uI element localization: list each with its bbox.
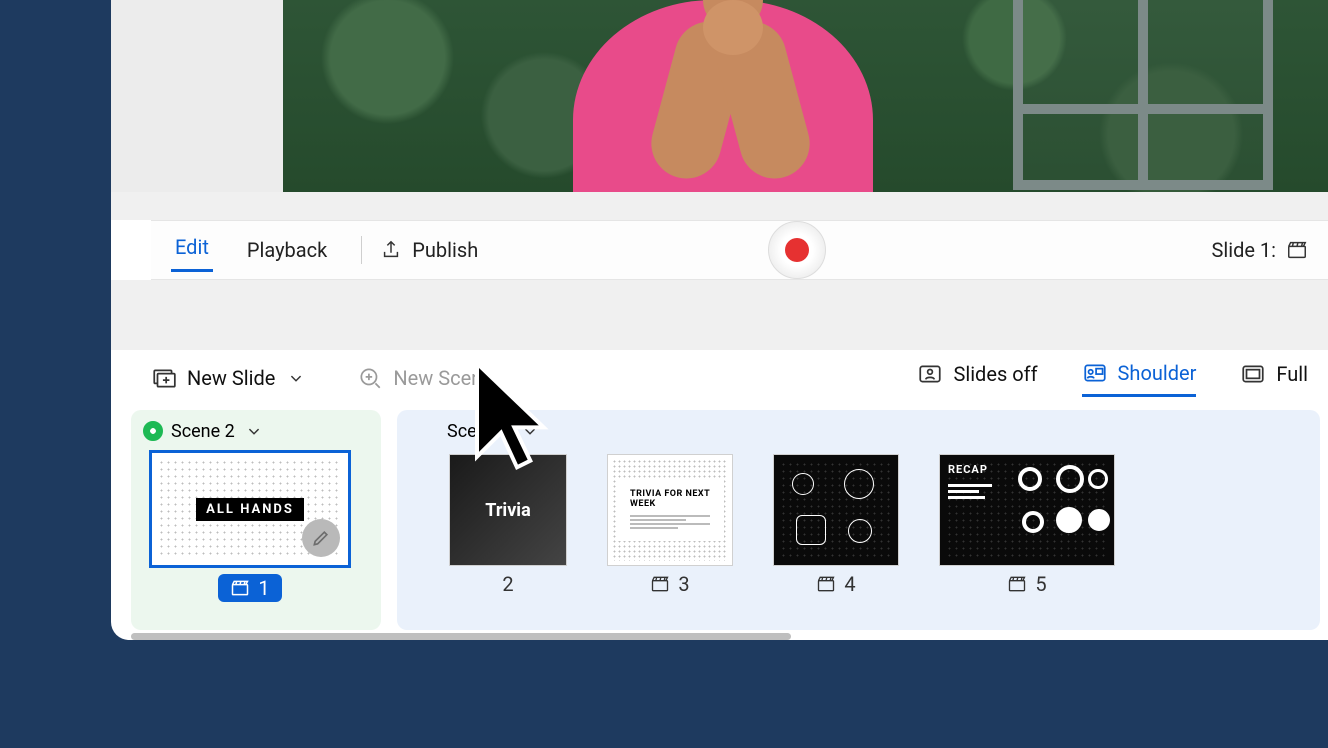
- tab-edit[interactable]: Edit: [171, 229, 213, 272]
- publish-button[interactable]: Publish: [380, 238, 478, 262]
- slide-4-thumb[interactable]: [773, 454, 899, 566]
- slide-3-thumb[interactable]: TRIVIA FOR NEXT WEEK: [607, 454, 733, 566]
- scene-2-header[interactable]: Scene 2: [143, 420, 369, 442]
- background-window: [1013, 0, 1273, 190]
- edit-badge-icon[interactable]: [302, 519, 340, 557]
- slide-2-card[interactable]: Trivia 2: [449, 454, 567, 596]
- horizontal-scrollbar[interactable]: [131, 633, 791, 640]
- slide-4-number: 4: [816, 572, 855, 596]
- record-dot-icon: [785, 238, 809, 262]
- slide-actions-row: New Slide New Scene Slides off Shoulder …: [131, 350, 1328, 406]
- new-scene-icon: [357, 365, 383, 391]
- record-button[interactable]: [768, 221, 826, 279]
- slide-1-card[interactable]: ALL HANDS 1: [149, 450, 351, 602]
- slide-1-thumb[interactable]: ALL HANDS: [149, 450, 351, 568]
- slide-5-card[interactable]: RECAP: [939, 454, 1115, 596]
- new-scene-button: New Scene: [357, 365, 492, 391]
- presenter-figure: [513, 0, 933, 192]
- mode-shoulder[interactable]: Shoulder: [1082, 360, 1197, 397]
- clapper-icon: [816, 574, 836, 594]
- slide-4-card[interactable]: 4: [773, 454, 899, 596]
- scene-group-2: Scene 2 ALL HANDS 1: [131, 410, 381, 630]
- scene-active-indicator-icon: [143, 421, 163, 441]
- slide-3-number: 3: [650, 572, 689, 596]
- mode-full[interactable]: Full: [1240, 361, 1308, 395]
- preview-gutter: [111, 0, 283, 192]
- clapper-icon: [1007, 574, 1027, 594]
- share-icon: [380, 239, 402, 261]
- full-layout-icon: [1240, 361, 1266, 387]
- scene-1-header[interactable]: Scene 1: [409, 420, 1308, 442]
- current-slide-indicator: Slide 1:: [1211, 238, 1308, 262]
- clapper-icon: [650, 574, 670, 594]
- view-mode-switch: Slides off Shoulder Full: [917, 360, 1308, 397]
- new-slide-icon: [151, 365, 177, 391]
- toolbar-divider: [361, 236, 362, 264]
- slide-3-card[interactable]: TRIVIA FOR NEXT WEEK 3: [607, 454, 733, 596]
- slide-1-number: 1: [218, 574, 281, 602]
- app-window: Edit Playback Publish Slide 1: New Slide…: [111, 0, 1328, 640]
- clapper-icon: [1286, 239, 1308, 261]
- tab-playback[interactable]: Playback: [243, 232, 331, 268]
- filmstrip[interactable]: Scene 2 ALL HANDS 1: [131, 410, 1328, 630]
- main-toolbar: Edit Playback Publish Slide 1:: [151, 220, 1328, 280]
- mode-slides-off[interactable]: Slides off: [917, 361, 1037, 395]
- scene-group-1: Scene 1 Trivia 2 TRIVIA FOR NE: [397, 410, 1320, 630]
- chevron-down-icon: [285, 367, 307, 389]
- camera-preview[interactable]: [283, 0, 1328, 192]
- person-frame-icon: [917, 361, 943, 387]
- new-slide-button[interactable]: New Slide: [151, 365, 307, 391]
- publish-label: Publish: [412, 238, 478, 262]
- chevron-down-icon: [519, 420, 541, 442]
- slide-2-thumb[interactable]: Trivia: [449, 454, 567, 566]
- shoulder-layout-icon: [1082, 360, 1108, 386]
- slide-5-thumb[interactable]: RECAP: [939, 454, 1115, 566]
- clapper-icon: [230, 578, 250, 598]
- chevron-down-icon: [243, 420, 265, 442]
- slide-2-number: 2: [502, 572, 513, 596]
- preview-area: [111, 0, 1328, 220]
- toolbar-gap: [111, 280, 1328, 350]
- slide-5-number: 5: [1007, 572, 1046, 596]
